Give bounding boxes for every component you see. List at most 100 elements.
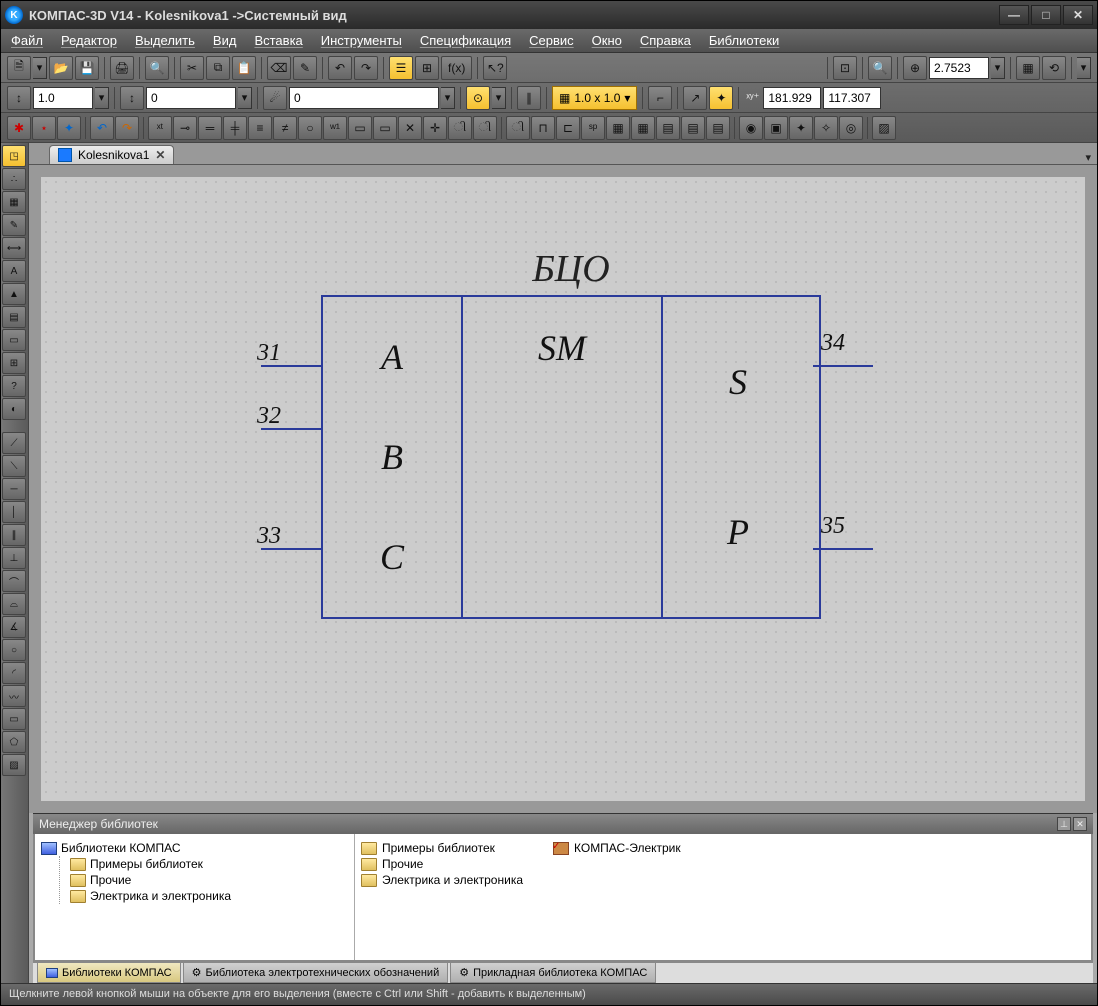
scheme-2-icon[interactable]: ⋆ [32, 116, 56, 140]
scheme-box-icon[interactable]: ▭ [348, 116, 372, 140]
close-tab-icon[interactable]: ✕ [155, 148, 165, 162]
menu-tools[interactable]: Инструменты [321, 33, 402, 48]
scheme-e3-icon[interactable]: ⊏ [556, 116, 580, 140]
coord-x-input[interactable] [763, 87, 821, 109]
scheme-plus-icon[interactable]: ✛ [423, 116, 447, 140]
menu-window[interactable]: Окно [592, 33, 622, 48]
scheme-wire2-icon[interactable]: ી [473, 116, 497, 140]
library-tree[interactable]: Библиотеки КОМПАС Примеры библиотек Проч… [35, 834, 355, 960]
style-value-input[interactable] [33, 87, 93, 109]
btab-3[interactable]: ⚙Прикладная библиотека КОМПАС [450, 963, 656, 983]
layers-icon[interactable]: ☄ [263, 86, 287, 110]
lt-poly-icon[interactable]: ⬠ [2, 731, 26, 753]
toolbar-more[interactable]: ▾ [1077, 57, 1091, 79]
scheme-eq-icon[interactable]: ≡ [248, 116, 272, 140]
scheme-circ-icon[interactable]: ○ [298, 116, 322, 140]
ucs-icon[interactable]: ⌐ [648, 86, 672, 110]
menu-insert[interactable]: Вставка [254, 33, 302, 48]
list-2[interactable]: Прочие [382, 857, 423, 871]
pin-icon[interactable]: ⊥ [1057, 817, 1071, 831]
scheme-grid2-icon[interactable]: ▦ [631, 116, 655, 140]
zoom-fit-icon[interactable]: ⊡ [833, 56, 857, 80]
tool-a-icon[interactable]: ▦ [1016, 56, 1040, 80]
scheme-undo-icon[interactable]: ↶ [90, 116, 114, 140]
cut-icon[interactable]: ✂ [180, 56, 204, 80]
scheme-split-icon[interactable]: ╪ [223, 116, 247, 140]
copy-icon[interactable]: ⧉ [206, 56, 230, 80]
zoom-icon[interactable]: 🔍 [868, 56, 892, 80]
scheme-grid-icon[interactable]: ▦ [606, 116, 630, 140]
menu-editor[interactable]: Редактор [61, 33, 117, 48]
scheme-w1-icon[interactable]: ʷ¹ [323, 116, 347, 140]
tree-1[interactable]: Примеры библиотек [90, 857, 203, 871]
manager-icon[interactable]: ☰ [389, 56, 413, 80]
snap-icon[interactable]: ⊙ [466, 86, 490, 110]
scheme-e2-icon[interactable]: ⊓ [531, 116, 555, 140]
tree-2[interactable]: Прочие [90, 873, 131, 887]
rounding-icon[interactable]: ✦ [709, 86, 733, 110]
menu-service[interactable]: Сервис [529, 33, 574, 48]
scheme-tbl-icon[interactable]: ▤ [656, 116, 680, 140]
scheme-end-icon[interactable]: ▨ [872, 116, 896, 140]
scheme-g1-icon[interactable]: ◉ [739, 116, 763, 140]
lt-line2-icon[interactable]: ⟍ [2, 455, 26, 477]
style-icon[interactable]: ↕ [7, 86, 31, 110]
list-4[interactable]: КОМПАС-Электрик [574, 841, 681, 855]
layer-icon[interactable]: ↕ [120, 86, 144, 110]
lt-tan2-icon[interactable]: ⌓ [2, 593, 26, 615]
lt-arrow-icon[interactable]: ▲ [2, 283, 26, 305]
new-doc-icon[interactable]: 🗎 [7, 56, 31, 80]
lt-line-icon[interactable]: ⟋ [2, 432, 26, 454]
lt-clip-icon[interactable]: ◐ [2, 398, 26, 420]
lt-grid-icon[interactable]: ▦ [2, 191, 26, 213]
scheme-g4-icon[interactable]: ✧ [814, 116, 838, 140]
lt-hline-icon[interactable]: ─ [2, 478, 26, 500]
help-pointer-icon[interactable]: ↖? [483, 56, 507, 80]
lt-table-icon[interactable]: ▤ [2, 306, 26, 328]
style-dropdown[interactable]: ▾ [95, 87, 109, 109]
scheme-cross-icon[interactable]: ✕ [398, 116, 422, 140]
lt-dim-icon[interactable]: ⟷ [2, 237, 26, 259]
tool-b-icon[interactable]: ⟲ [1042, 56, 1066, 80]
lt-arc-icon[interactable]: ◜ [2, 662, 26, 684]
library-list[interactable]: Примеры библиотек Прочие Электрика и эле… [355, 834, 1091, 960]
menu-help[interactable]: Справка [640, 33, 691, 48]
close-button[interactable]: ✕ [1063, 5, 1093, 25]
lt-select-icon[interactable]: ◳ [2, 145, 26, 167]
undo-icon[interactable]: ↶ [328, 56, 352, 80]
zoom-dropdown[interactable]: ▾ [991, 57, 1005, 79]
coord-y-input[interactable] [823, 87, 881, 109]
zoom-value-input[interactable] [929, 57, 989, 79]
lt-edit-icon[interactable]: ▭ [2, 329, 26, 351]
scheme-xt-icon[interactable]: ˣᵗ [148, 116, 172, 140]
lt-bis-icon[interactable]: ∡ [2, 616, 26, 638]
zoom-scale-icon[interactable]: ⊕ [903, 56, 927, 80]
minimize-button[interactable]: — [999, 5, 1029, 25]
scheme-1-icon[interactable]: ✱ [7, 116, 31, 140]
layer-dropdown[interactable]: ▾ [238, 87, 252, 109]
lt-perp-icon[interactable]: ⊥ [2, 547, 26, 569]
maximize-button[interactable]: □ [1031, 5, 1061, 25]
lt-tan-icon[interactable]: ⌒ [2, 570, 26, 592]
layer-value-input[interactable] [146, 87, 236, 109]
paste-icon[interactable]: 📋 [232, 56, 256, 80]
layers-dropdown[interactable]: ▾ [441, 87, 455, 109]
grid-toggle[interactable]: ▦ 1.0 x 1.0 ▾ [552, 86, 637, 110]
axis-icon[interactable]: ↗ [683, 86, 707, 110]
lt-param-icon[interactable]: ⊞ [2, 352, 26, 374]
btab-1[interactable]: Библиотеки КОМПАС [37, 963, 181, 983]
scheme-tbl2-icon[interactable]: ▤ [681, 116, 705, 140]
lt-vline-icon[interactable]: │ [2, 501, 26, 523]
menu-file[interactable]: Файл [11, 33, 43, 48]
ortho-icon[interactable]: ∥ [517, 86, 541, 110]
scheme-neq-icon[interactable]: ≠ [273, 116, 297, 140]
scheme-tbl3-icon[interactable]: ▤ [706, 116, 730, 140]
list-3[interactable]: Электрика и электроника [382, 873, 523, 887]
lt-point-icon[interactable]: ∴ [2, 168, 26, 190]
menu-libs[interactable]: Библиотеки [709, 33, 779, 48]
scheme-sp-icon[interactable]: ˢᵖ [581, 116, 605, 140]
open-icon[interactable]: 📂 [49, 56, 73, 80]
canvas-area[interactable]: БЦО A B C SM [29, 165, 1097, 813]
lt-fill-icon[interactable]: ▨ [2, 754, 26, 776]
lt-spline-icon[interactable]: 〰 [2, 685, 26, 707]
